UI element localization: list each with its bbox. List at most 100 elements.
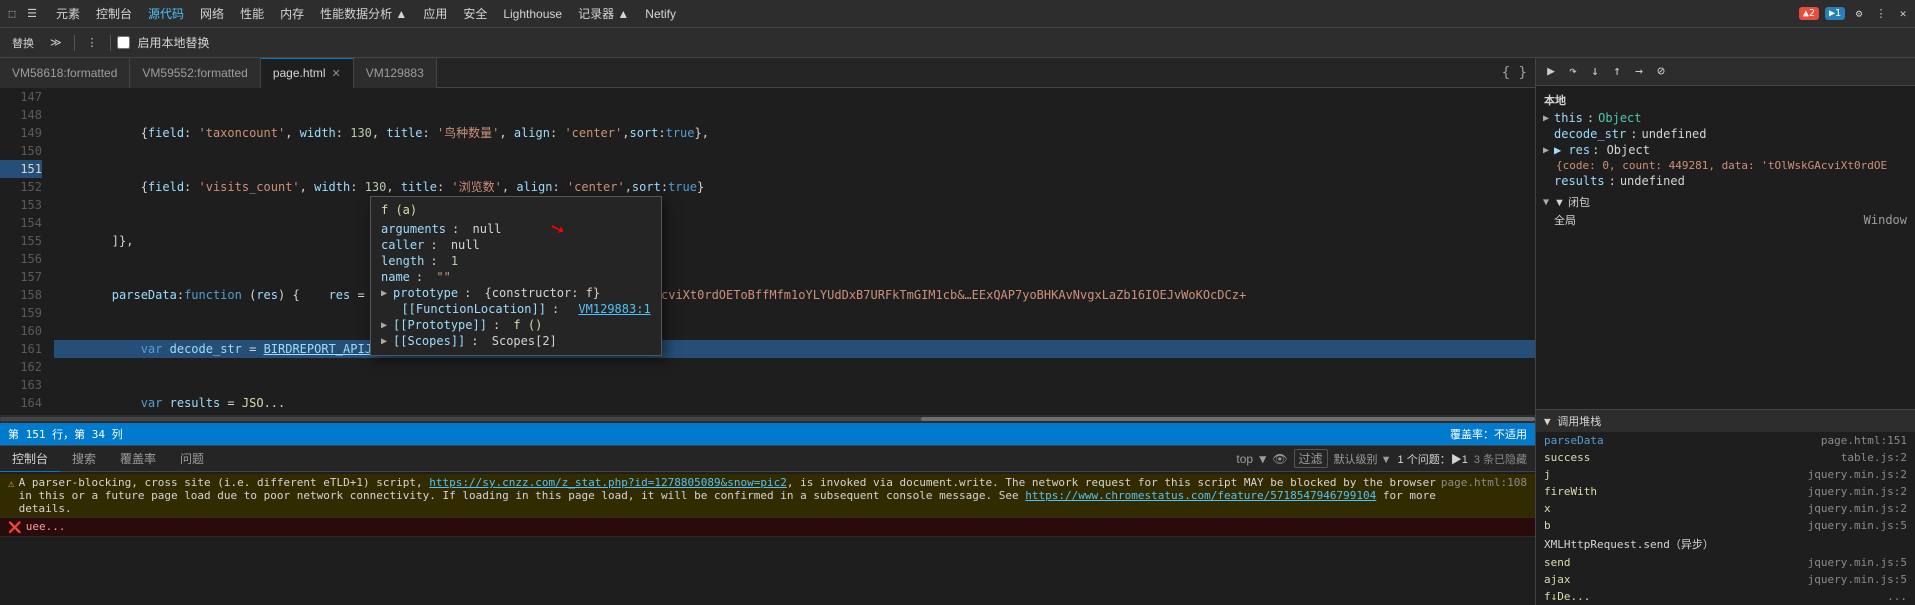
- menu-application[interactable]: 应用: [415, 3, 455, 24]
- console-bottom-line: ❌ uee...: [0, 518, 1535, 537]
- bottom-tab-bar: 控制台 搜索 覆盖率 问题 top ▼ 👁 过滤 默认级别 ▼ 1 个问题：▶1…: [0, 446, 1535, 472]
- stack-name-parseData: parseData: [1544, 434, 1604, 447]
- stack-name-send: send: [1544, 556, 1571, 569]
- scope-closure[interactable]: ▼ ▼ 闭包: [1536, 193, 1915, 211]
- filter-input[interactable]: 过滤: [1294, 449, 1328, 468]
- step-out-button[interactable]: ↑: [1608, 63, 1626, 81]
- code-line-148: {field: 'visits_count', width: 130, titl…: [54, 178, 1535, 196]
- tab-vm58618[interactable]: VM58618:formatted: [0, 58, 130, 88]
- stack-item-success[interactable]: success table.js:2: [1536, 449, 1915, 466]
- step-button[interactable]: →: [1630, 63, 1648, 81]
- stack-name-b: b: [1544, 519, 1551, 532]
- console-location[interactable]: page.html:108: [1441, 476, 1527, 489]
- tooltip-row-scopes[interactable]: ▶[[Scopes]]: Scopes[2]: [381, 333, 651, 349]
- results-value: undefined: [1620, 174, 1685, 188]
- scope-this[interactable]: ▶ this : Object: [1536, 110, 1915, 126]
- step-into-button[interactable]: ↓: [1586, 63, 1604, 81]
- res-key: ▶ res: [1554, 143, 1590, 157]
- settings-icon[interactable]: ⚙: [1851, 6, 1867, 22]
- collapse-closure-icon[interactable]: ▼: [1540, 197, 1552, 208]
- enable-local-label: 启用本地替换: [138, 34, 210, 51]
- console-message-text: A parser-blocking, cross site (i.e. diff…: [19, 476, 1437, 515]
- menu-recorder[interactable]: 记录器 ▲: [570, 3, 637, 24]
- console-link-2[interactable]: https://www.chromestatus.com/feature/571…: [1025, 489, 1376, 502]
- tooltip-row-caller: caller: null: [381, 237, 651, 253]
- stack-item-parseData[interactable]: parseData page.html:151: [1536, 432, 1915, 449]
- console-warning-message: ⚠ A parser-blocking, cross site (i.e. di…: [0, 474, 1535, 518]
- menu-security[interactable]: 安全: [455, 3, 495, 24]
- tab-pagehtml[interactable]: page.html ✕: [261, 58, 354, 88]
- menu-netify[interactable]: Netify: [637, 5, 684, 23]
- menu-performance[interactable]: 性能: [232, 3, 272, 24]
- tab-coverage[interactable]: 覆盖率: [108, 446, 168, 472]
- tooltip-row-functionlocation: [[FunctionLocation]]: VM129883:1: [381, 301, 651, 317]
- resume-button[interactable]: ▶: [1542, 63, 1560, 81]
- enable-local-checkbox[interactable]: [117, 36, 130, 49]
- inspect-icon[interactable]: ⬚: [4, 6, 20, 22]
- expand-this-icon[interactable]: ▶: [1540, 113, 1552, 124]
- stack-item-fireWith[interactable]: fireWith jquery.min.js:2: [1536, 483, 1915, 500]
- stack-item-b[interactable]: b jquery.min.js:5: [1536, 517, 1915, 534]
- stack-item-x[interactable]: x jquery.min.js:2: [1536, 500, 1915, 517]
- menu-network[interactable]: 网络: [192, 3, 232, 24]
- editor-column: VM58618:formatted VM59552:formatted page…: [0, 58, 1535, 605]
- menu-console[interactable]: 控制台: [88, 3, 140, 24]
- more-button[interactable]: ⋮: [81, 34, 104, 51]
- hidden-count: 3 条已隐藏: [1474, 451, 1527, 467]
- close-icon[interactable]: ✕: [1895, 6, 1911, 22]
- menu-lighthouse[interactable]: Lighthouse: [495, 5, 570, 23]
- expand-button[interactable]: ≫: [44, 34, 68, 51]
- tab-vm129883[interactable]: VM129883: [354, 58, 437, 88]
- tooltip-row-proto[interactable]: ▶[[Prototype]]: f (): [381, 317, 651, 333]
- scope-results[interactable]: results : undefined: [1536, 173, 1915, 189]
- eye-button[interactable]: 👁: [1272, 452, 1287, 466]
- scope-res[interactable]: ▶ ▶ res : Object: [1536, 142, 1915, 158]
- code-content[interactable]: {field: 'taxoncount', width: 130, title:…: [50, 88, 1535, 415]
- tab-vm59552[interactable]: VM59552:formatted: [130, 58, 260, 88]
- tab-console[interactable]: 控制台: [0, 446, 60, 472]
- scope-decode-str[interactable]: decode_str : undefined: [1536, 126, 1915, 142]
- menu-profiler[interactable]: 性能数据分析 ▲: [312, 3, 415, 24]
- menu-sources[interactable]: 源代码: [140, 3, 192, 24]
- bottom-filter-area: top ▼ 👁 过滤 默认级别 ▼ 1 个问题：▶1 3 条已隐藏: [1228, 449, 1535, 468]
- line-162: 162: [0, 358, 42, 376]
- variable-tooltip: f (a) arguments: null caller: null lengt…: [370, 196, 662, 356]
- console-link-1[interactable]: https://sy.cnzz.com/z_stat.php?id=127880…: [429, 476, 787, 489]
- stack-item-ajax[interactable]: ajax jquery.min.js:5: [1536, 571, 1915, 588]
- horizontal-scrollbar[interactable]: [0, 415, 1535, 423]
- expand-res-icon[interactable]: ▶: [1540, 145, 1552, 156]
- tooltip-row-prototype[interactable]: ▶prototype: {constructor: f}: [381, 285, 651, 301]
- global-value: Window: [1864, 213, 1907, 227]
- res-detail: {code: 0, count: 449281, data: 'tOlWskGA…: [1556, 159, 1887, 172]
- code-line-149: ]},: [54, 232, 1535, 250]
- line-160: 160: [0, 322, 42, 340]
- deactivate-button[interactable]: ⊘: [1652, 63, 1670, 81]
- tooltip-title: f (a): [381, 203, 651, 217]
- right-panel: ▶ ↷ ↓ ↑ → ⊘ 本地 ▶ this : Object decode_st…: [1535, 58, 1915, 605]
- more-icon[interactable]: ⋮: [1873, 6, 1889, 22]
- level-dropdown[interactable]: 默认级别 ▼: [1334, 451, 1392, 467]
- top-dropdown[interactable]: ▼: [1259, 452, 1266, 466]
- toolbar-separator2: [110, 35, 111, 51]
- menu-memory[interactable]: 内存: [272, 3, 312, 24]
- tooltip-row-arguments: arguments: null: [381, 221, 651, 237]
- step-over-button[interactable]: ↷: [1564, 63, 1582, 81]
- scrollbar-thumb[interactable]: [921, 417, 1535, 421]
- replace-button[interactable]: 替换: [6, 33, 40, 53]
- stack-item-j[interactable]: j jquery.min.js:2: [1536, 466, 1915, 483]
- tab-close-pagehtml[interactable]: ✕: [332, 67, 341, 80]
- scrollbar-track[interactable]: [0, 417, 1535, 421]
- tab-search[interactable]: 搜索: [60, 446, 108, 472]
- call-stack-header[interactable]: ▼ 调用堆栈: [1536, 410, 1915, 432]
- stack-item-send[interactable]: send jquery.min.js:5: [1536, 554, 1915, 571]
- line-157: 157: [0, 268, 42, 286]
- menu-elements[interactable]: 元素: [48, 3, 88, 24]
- error-icon: ❌: [8, 521, 22, 534]
- tab-issues[interactable]: 问题: [168, 446, 216, 472]
- stack-item-fde[interactable]: f↓De... ...: [1536, 588, 1915, 605]
- format-icon[interactable]: { }: [1494, 65, 1535, 81]
- scope-global[interactable]: 全局 Window: [1536, 211, 1915, 229]
- stack-name-fireWith: fireWith: [1544, 485, 1597, 498]
- tab-label-vm58618: VM58618:formatted: [12, 66, 117, 80]
- device-icon[interactable]: ☰: [24, 6, 40, 22]
